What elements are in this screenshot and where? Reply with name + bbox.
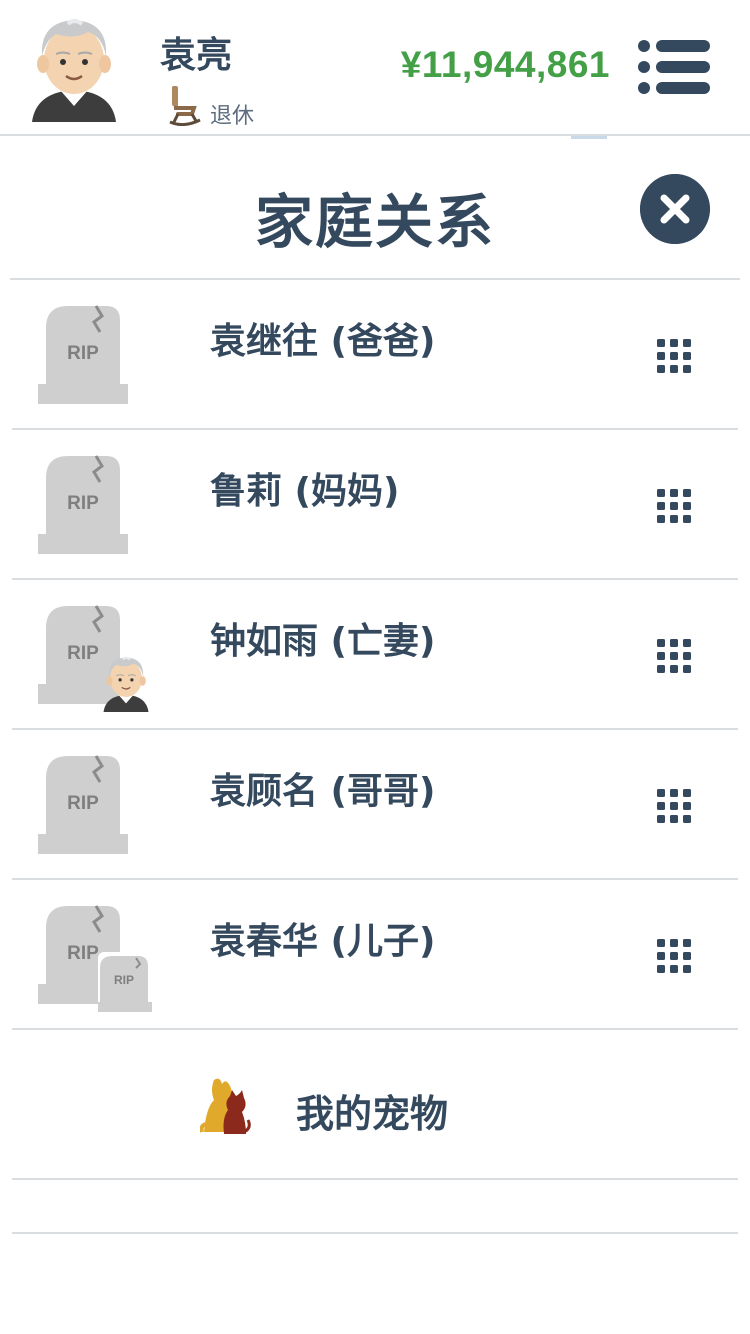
user-name: 袁亮 xyxy=(160,35,233,76)
page-title: 家庭关系 xyxy=(254,188,495,256)
dog-cat-icon xyxy=(200,1078,251,1134)
svg-text:RIP: RIP xyxy=(67,643,99,664)
family-member-label: 袁春华 (儿子) xyxy=(210,921,436,962)
grid-dots-icon[interactable] xyxy=(656,788,692,824)
rip-tombstone-icon: RIP xyxy=(38,304,156,414)
status-label: 退休 xyxy=(210,104,255,129)
rip-tombstone-with-elder-icon: RIP xyxy=(38,604,156,714)
rocking-chair-icon xyxy=(169,86,201,126)
my-pets-label: 我的宠物 xyxy=(296,1092,449,1136)
family-row-mother[interactable]: RIP 鲁莉 (妈妈) xyxy=(12,430,738,580)
svg-text:RIP: RIP xyxy=(67,793,99,814)
svg-text:RIP: RIP xyxy=(67,493,99,514)
family-member-label: 鲁莉 (妈妈) xyxy=(210,471,400,512)
menu-icon[interactable] xyxy=(636,38,712,96)
family-row-brother[interactable]: RIP 袁顾名 (哥哥) xyxy=(12,730,738,880)
rip-tombstone-double-icon: RIP RIP xyxy=(38,904,152,1012)
family-row-son[interactable]: RIP RIP 袁春华 (儿子) xyxy=(12,880,738,1030)
svg-text:RIP: RIP xyxy=(67,943,99,964)
close-icon[interactable] xyxy=(640,174,710,244)
grid-dots-icon[interactable] xyxy=(656,938,692,974)
avatar[interactable] xyxy=(26,10,122,122)
family-member-label: 袁顾名 (哥哥) xyxy=(210,771,436,812)
family-row-late-wife[interactable]: RIP 钟如雨 (亡妻) xyxy=(12,580,738,730)
list-spacer-row xyxy=(12,1180,738,1234)
rip-tombstone-icon: RIP xyxy=(38,454,156,564)
svg-text:RIP: RIP xyxy=(114,973,134,987)
family-member-label: 袁继往 (爸爸) xyxy=(210,321,436,362)
grid-dots-icon[interactable] xyxy=(656,638,692,674)
rip-tombstone-icon: RIP xyxy=(38,754,156,864)
family-member-label: 钟如雨 (亡妻) xyxy=(210,621,436,662)
grid-dots-icon[interactable] xyxy=(656,488,692,524)
grid-dots-icon[interactable] xyxy=(656,338,692,374)
top-bar: 袁亮 退休 ¥11,944,861 xyxy=(0,0,750,139)
modal-header: 家庭关系 xyxy=(10,140,740,280)
svg-text:RIP: RIP xyxy=(67,343,99,364)
family-row-father[interactable]: RIP 袁继往 (爸爸) xyxy=(12,280,738,430)
my-pets-row[interactable]: 我的宠物 xyxy=(12,1030,738,1180)
money-balance: ¥11,944,861 xyxy=(400,44,610,85)
family-list: RIP 袁继往 (爸爸) RIP 鲁莉 (妈妈) RIP 钟如雨 (亡妻) RI… xyxy=(12,280,738,1234)
scroll-indicator xyxy=(571,136,607,139)
